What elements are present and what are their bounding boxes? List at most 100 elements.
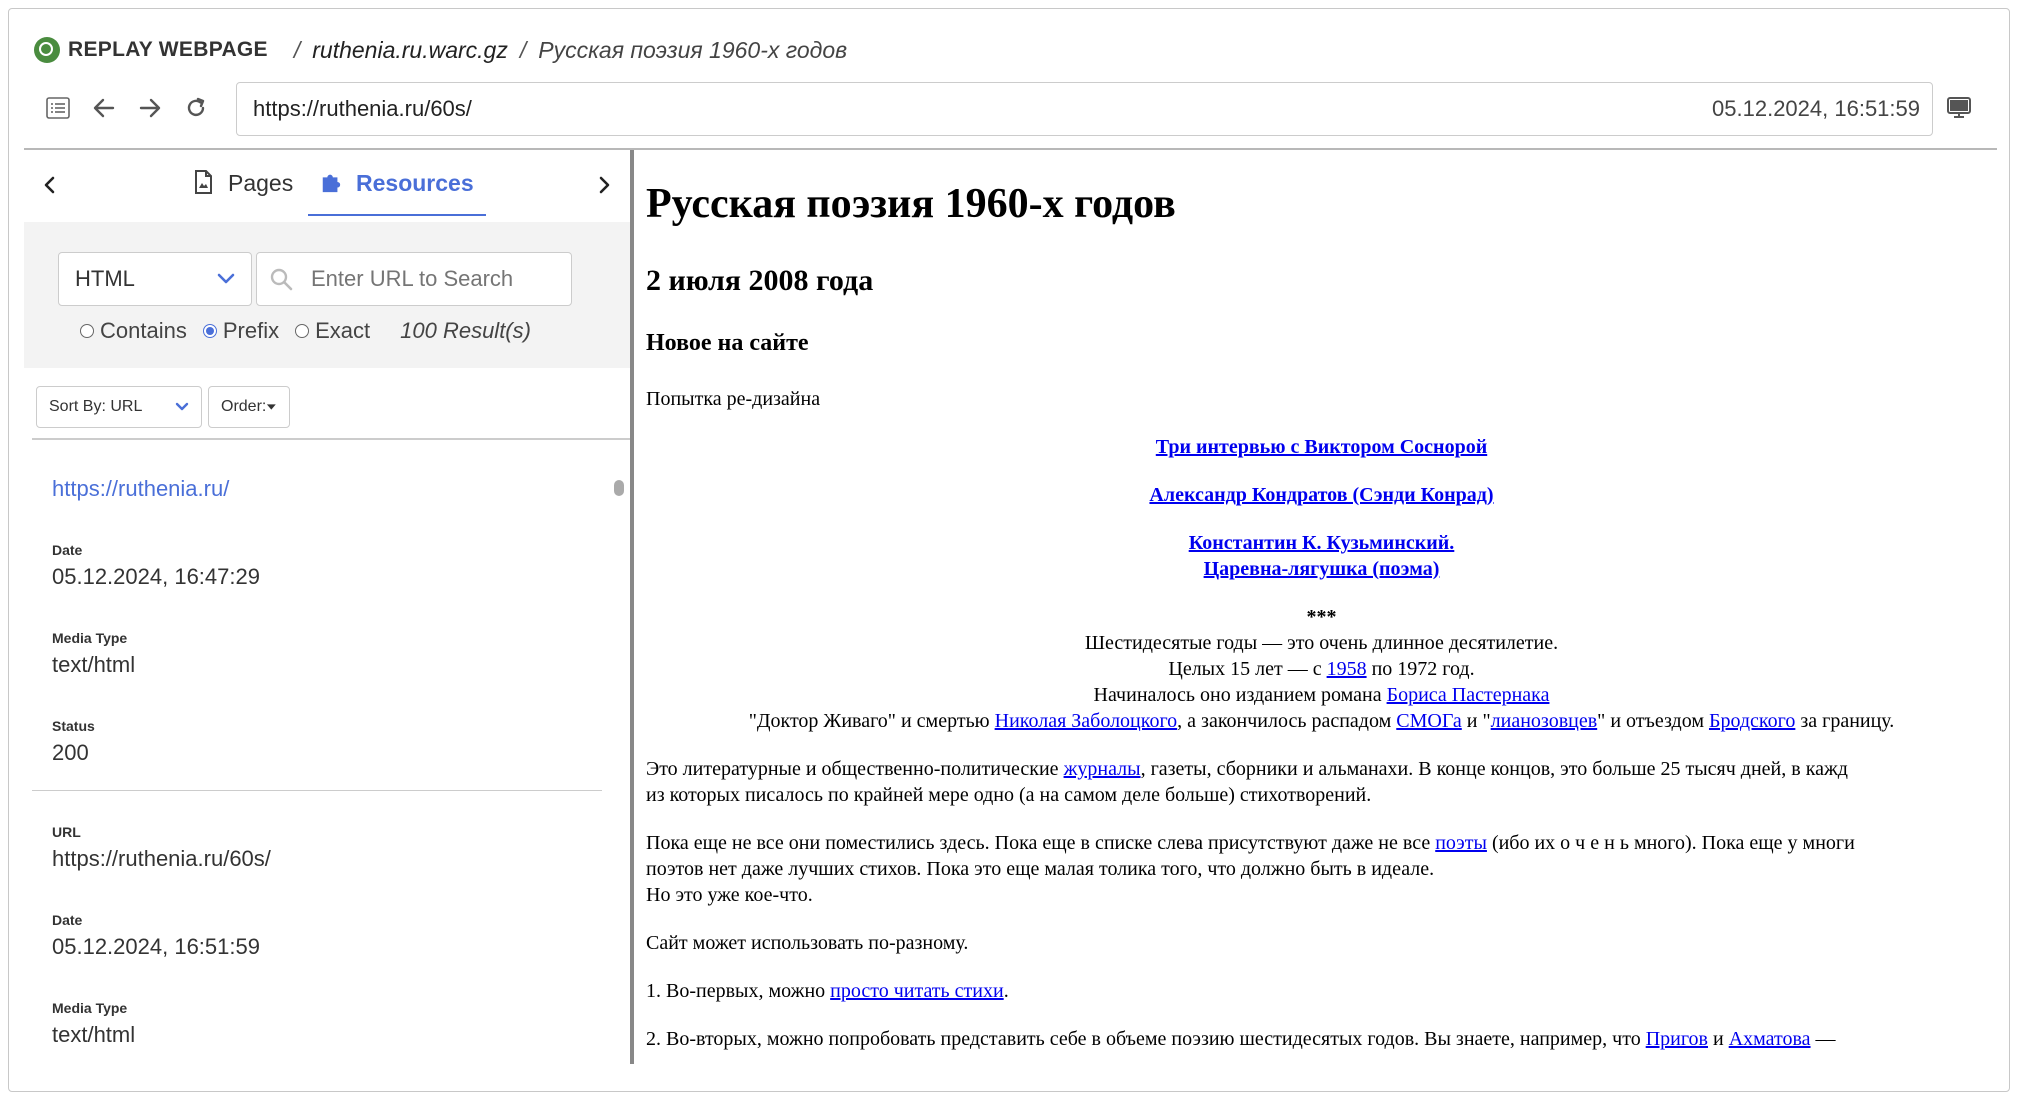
list-item[interactable]: URL https://ruthenia.ru/60s/ (52, 824, 271, 872)
result-count: 100 Result(s) (400, 318, 531, 343)
link-journals[interactable]: журналы (1064, 758, 1141, 780)
link-tsarevna[interactable]: Царевна-лягушка (поэма) (1204, 558, 1440, 580)
radio-exact[interactable]: Exact (295, 318, 370, 344)
resource-url-link[interactable]: https://ruthenia.ru/ (52, 476, 229, 502)
chevron-down-icon (217, 273, 235, 284)
order-label: Order: (221, 398, 267, 415)
paragraph: 2. Во-вторых, можно попробовать представ… (646, 1026, 1836, 1052)
paragraph: Это литературные и общественно-политичес… (646, 756, 1848, 782)
breadcrumb-separator: / (293, 36, 301, 63)
radio-prefix[interactable]: Prefix (202, 318, 280, 344)
field-value: text/html (52, 652, 136, 677)
link-brodsky[interactable]: Бродского (1709, 710, 1795, 732)
filter-panel: HTML Contains Prefix Exact 100 Result(s) (24, 222, 630, 368)
text: . (1003, 980, 1009, 1002)
forward-button[interactable] (132, 90, 168, 126)
text: (ибо их о ч е н ь много). Пока еще у мно… (1486, 832, 1855, 854)
link-lianozovtsy[interactable]: лианозовцев (1491, 710, 1598, 732)
document-icon (195, 170, 212, 194)
field-label: URL (52, 824, 81, 840)
resources-sidebar: Pages Resources HTML Contains Prefix Exa… (24, 150, 630, 1064)
redesign-text: Попытка ре-дизайна (646, 388, 821, 410)
link-poets[interactable]: поэты (1435, 832, 1487, 854)
sidebar-scrollbar[interactable] (614, 480, 624, 496)
radio-exact-label: Exact (315, 318, 371, 343)
text: Начиналось оно изданием романа (1093, 684, 1387, 706)
url-bar[interactable]: https://ruthenia.ru/60s/ 05.12.2024, 16:… (236, 82, 1933, 136)
radio-prefix-label: Prefix (222, 318, 280, 343)
text: , а закончилось распадом (1177, 710, 1397, 732)
link-pasternak[interactable]: Бориса Пастернака (1387, 684, 1550, 706)
paragraph: Сайт может использовать по-разному. (646, 932, 969, 954)
radio-contains-label: Contains (100, 318, 187, 343)
display-mode-button[interactable] (1941, 90, 1977, 126)
sidebar-prev-button[interactable] (34, 170, 64, 202)
sort-by-dropdown[interactable]: Sort By: URL (36, 386, 202, 428)
list-divider (32, 438, 630, 440)
field-value: text/html (52, 1022, 136, 1047)
text: Пока еще не все они поместились здесь. П… (646, 832, 1436, 854)
url-search-input[interactable] (309, 265, 553, 293)
link-zabolotsky[interactable]: Николая Заболоцкого (995, 710, 1178, 732)
tab-resources[interactable]: Resources (308, 170, 486, 216)
link-sosnora-interviews[interactable]: Три интервью с Виктором Соснорой (1156, 436, 1487, 458)
link-1958[interactable]: 1958 (1327, 658, 1367, 680)
capture-timestamp: 05.12.2024, 16:51:59 (1712, 96, 1920, 121)
text: , газеты, сборники и альманахи. В конце … (1140, 758, 1848, 780)
list-item[interactable]: https://ruthenia.ru/ (52, 476, 229, 502)
link-akhmatova[interactable]: Ахматова (1729, 1028, 1811, 1050)
match-mode-options: Contains Prefix Exact 100 Result(s) (80, 318, 531, 344)
resource-list: https://ruthenia.ru/ Date 05.12.2024, 16… (32, 442, 602, 1064)
app-brand: REPLAY WEBPAGE (68, 38, 268, 61)
sidebar-toggle-button[interactable] (40, 90, 76, 126)
content-fade-edge (1967, 150, 1997, 1064)
radio-exact-dot[interactable] (295, 324, 310, 338)
tab-pages[interactable]: Pages (192, 170, 293, 220)
breadcrumb-page-title: Русская поэзия 1960-х годов (538, 36, 848, 63)
news-item: Царевна-лягушка (поэма) (646, 556, 1997, 582)
back-button[interactable] (86, 90, 122, 126)
url-search-field[interactable] (256, 252, 572, 306)
breadcrumb-archive-file[interactable]: ruthenia.ru.warc.gz (312, 37, 508, 64)
field-label: Date (52, 912, 83, 928)
sidebar-next-button[interactable] (590, 170, 620, 202)
title-bar: REPLAY WEBPAGE / ruthenia.ru.warc.gz / Р… (34, 32, 847, 68)
field-value: 05.12.2024, 16:51:59 (52, 934, 260, 959)
resource-type-select[interactable]: HTML (58, 252, 252, 306)
text: " и отъездом (1597, 710, 1709, 732)
chevron-right-icon (599, 176, 610, 194)
resource-type-value: HTML (75, 266, 135, 291)
field-value: 05.12.2024, 16:47:29 (52, 564, 260, 589)
field-label: Media Type (52, 630, 128, 646)
radio-contains-dot[interactable] (80, 324, 94, 338)
navigation-bar: https://ruthenia.ru/60s/ 05.12.2024, 16:… (34, 82, 1994, 138)
radio-prefix-dot[interactable] (202, 324, 217, 338)
news-heading: Новое на сайте (646, 330, 809, 356)
radio-contains[interactable]: Contains (80, 318, 187, 344)
monitor-icon (1947, 97, 1971, 118)
link-read-poems[interactable]: просто читать стихи (830, 980, 1004, 1002)
field-value: https://ruthenia.ru/60s/ (52, 846, 271, 871)
tab-resources-label: Resources (356, 170, 474, 196)
chevron-down-icon (175, 402, 189, 411)
paragraph: Пока еще не все они поместились здесь. П… (646, 830, 1855, 856)
field-label: Media Type (52, 1000, 128, 1016)
link-prigov[interactable]: Пригов (1646, 1028, 1708, 1050)
paragraph: 1. Во-первых, можно просто читать стихи. (646, 978, 1009, 1004)
list-item-divider (32, 790, 602, 791)
link-smog[interactable]: СМОГа (1396, 710, 1462, 732)
reload-button[interactable] (178, 90, 214, 126)
caret-down-icon (267, 404, 277, 410)
intro-line: Начиналось оно изданием романа Бориса Па… (646, 682, 1997, 708)
link-kuzminsky[interactable]: Константин К. Кузьминский. (1189, 532, 1455, 554)
stars-divider: *** (1306, 606, 1337, 628)
text: Целых 15 лет — с (1168, 658, 1327, 680)
replaywebpage-logo-icon (34, 37, 60, 63)
intro-line: "Доктор Живаго" и смертью Николая Заболо… (646, 708, 1997, 734)
order-dropdown[interactable]: Order: (208, 386, 290, 428)
paragraph-line: Но это уже кое-что. (646, 884, 813, 906)
link-kondratov[interactable]: Александр Кондратов (Сэнди Конрад) (1149, 484, 1493, 506)
intro-line: Шестидесятые годы — это очень длинное де… (1084, 632, 1559, 654)
text: Это литературные и общественно-политичес… (646, 758, 1064, 780)
paragraph-line: поэтов нет даже лучших стихов. Пока это … (646, 858, 1435, 880)
